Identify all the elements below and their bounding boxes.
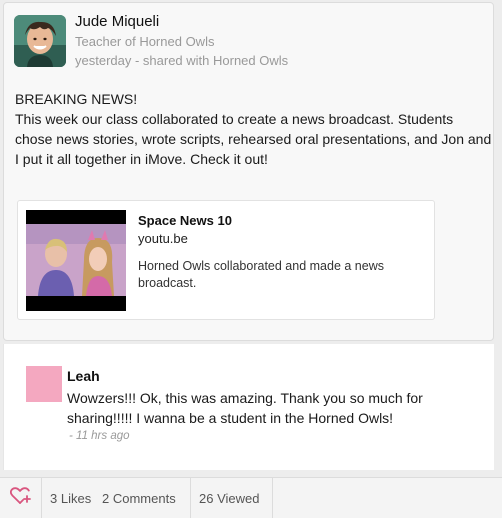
author-avatar[interactable]: [14, 15, 66, 67]
link-domain[interactable]: youtu.be: [138, 231, 188, 246]
post-text: This week our class collaborated to crea…: [15, 111, 492, 167]
link-preview-card[interactable]: Space News 10 youtu.be Horned Owls colla…: [17, 200, 435, 320]
comments-count[interactable]: 2 Comments: [102, 491, 176, 506]
comment-item: Leah Wowzers!!! Ok, this was amazing. Th…: [3, 344, 494, 470]
post-card: Jude Miqueli Teacher of Horned Owls yest…: [3, 2, 494, 341]
author-name[interactable]: Jude Miqueli: [75, 13, 159, 30]
comment-author[interactable]: Leah: [67, 368, 100, 384]
likes-count[interactable]: 3 Likes: [50, 491, 91, 506]
viewed-count[interactable]: 26 Viewed: [199, 491, 259, 506]
author-role: Teacher of Horned Owls: [75, 34, 215, 49]
like-button[interactable]: [0, 478, 42, 518]
comment-text: Wowzers!!! Ok, this was amazing. Thank y…: [67, 390, 423, 426]
divider: [272, 478, 273, 518]
post-body: BREAKING NEWS! This week our class colla…: [15, 89, 493, 169]
divider: [190, 478, 191, 518]
heart-plus-icon: [9, 486, 32, 510]
link-title[interactable]: Space News 10: [138, 213, 232, 228]
link-description: Horned Owls collaborated and made a news…: [138, 259, 384, 290]
post-headline: BREAKING NEWS!: [15, 91, 138, 107]
action-bar: 3 Likes 2 Comments 26 Viewed: [0, 477, 502, 518]
comment-timestamp: - 11 hrs ago: [69, 430, 130, 442]
post-meta: yesterday - shared with Horned Owls: [75, 53, 289, 68]
comment-avatar[interactable]: [26, 366, 62, 402]
video-thumbnail[interactable]: [26, 210, 126, 311]
